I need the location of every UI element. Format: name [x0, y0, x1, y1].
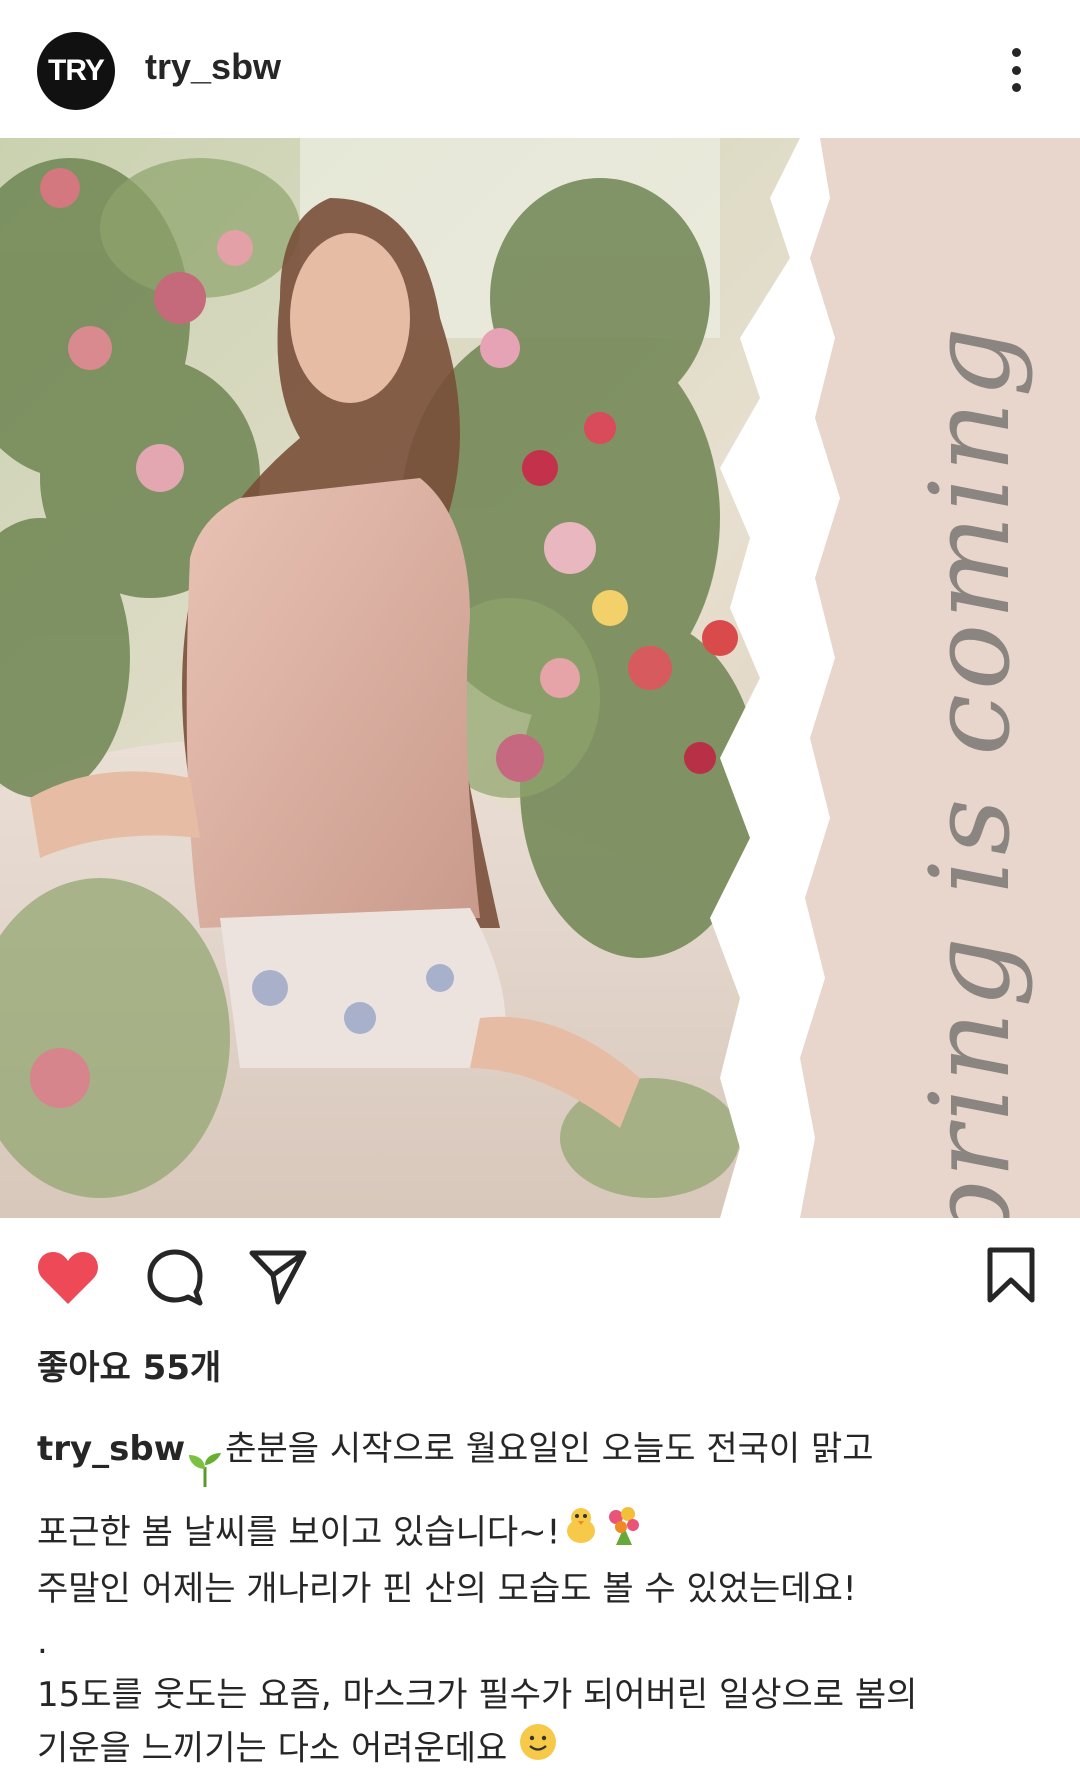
- caption-line-2: 포근한 봄 날씨를 보이고 있습니다~!: [37, 1512, 561, 1553]
- post-username[interactable]: try_sbw: [145, 46, 281, 88]
- overlay-text: spring is coming: [906, 322, 1034, 1218]
- post-caption: try_sbw 춘분을 시작으로 월요일인 오늘도 전국이 맑고 포근한 봄 날…: [37, 1396, 1047, 1778]
- bookmark-icon[interactable]: [985, 1246, 1037, 1304]
- avatar[interactable]: TRY: [37, 32, 115, 110]
- send-icon[interactable]: [248, 1248, 308, 1306]
- caption-line-5: 15도를 웃도는 요즘, 마스크가 필수가 되어버린 일상으로 봄의: [37, 1675, 918, 1715]
- likes-count[interactable]: 좋아요 55개: [37, 1340, 221, 1389]
- comment-icon[interactable]: [145, 1248, 205, 1308]
- caption-line-4: .: [37, 1622, 48, 1662]
- smile-emoji: [518, 1722, 558, 1778]
- seedling-emoji: [185, 1396, 225, 1505]
- caption-line-3: 주말인 어제는 개나리가 핀 산의 모습도 볼 수 있었는데요!: [37, 1569, 857, 1609]
- post-image[interactable]: spring is coming: [0, 138, 1080, 1218]
- post-header: TRY try_sbw: [0, 0, 1080, 138]
- more-vertical-icon[interactable]: [1000, 42, 1032, 98]
- caption-username[interactable]: try_sbw: [37, 1429, 185, 1469]
- action-bar: [0, 1218, 1080, 1338]
- caption-line-6: 기운을 느끼기는 다소 어려운데요: [37, 1728, 508, 1769]
- heart-filled-icon[interactable]: [37, 1250, 99, 1306]
- caption-line-1: 춘분을 시작으로 월요일인 오늘도 전국이 맑고: [225, 1429, 874, 1469]
- bouquet-emoji: [602, 1505, 644, 1563]
- chick-emoji: [560, 1505, 602, 1563]
